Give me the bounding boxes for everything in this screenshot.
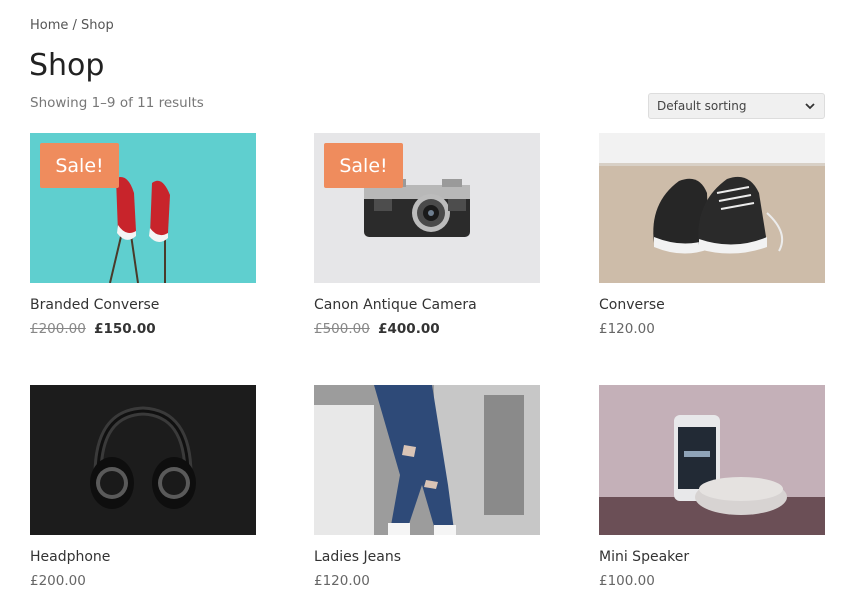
regular-price: £500.00 (314, 321, 370, 337)
product-card: Headphone £200.00 (30, 385, 256, 589)
black-sneakers-image (599, 133, 825, 283)
product-image-link[interactable]: Sale! (314, 133, 540, 283)
sort-select-value: Default sorting (657, 99, 747, 113)
product-card: Sale! Branded Converse £200.00 £150.00 (30, 133, 256, 337)
speaker-image (599, 385, 825, 535)
sale-price: £400.00 (378, 321, 440, 337)
product-card: Ladies Jeans £120.00 (314, 385, 540, 589)
product-title-link[interactable]: Branded Converse (30, 297, 256, 313)
jeans-image (314, 385, 540, 535)
breadcrumb-current: Shop (81, 18, 114, 33)
product-price: £100.00 (599, 573, 655, 589)
product-price: £200.00 £150.00 (30, 321, 256, 337)
breadcrumb-separator: / (68, 18, 82, 33)
chevron-down-icon (805, 103, 815, 110)
product-title-link[interactable]: Headphone (30, 549, 256, 565)
page-title: Shop (29, 48, 105, 83)
sale-badge: Sale! (40, 143, 119, 188)
result-count: Showing 1–9 of 11 results (30, 95, 204, 111)
product-price: £120.00 (599, 321, 655, 337)
product-price: £200.00 (30, 573, 86, 589)
regular-price: £200.00 (30, 321, 86, 337)
product-image-link[interactable]: Sale! (30, 133, 256, 283)
breadcrumb-home-link[interactable]: Home (30, 18, 68, 33)
headphones-image (30, 385, 256, 535)
product-card: Sale! Canon Antique Camera £500.00 £400.… (314, 133, 540, 337)
product-title-link[interactable]: Canon Antique Camera (314, 297, 540, 313)
product-title-link[interactable]: Ladies Jeans (314, 549, 540, 565)
product-image-link[interactable] (30, 385, 256, 535)
product-card: Converse £120.00 (599, 133, 825, 337)
sale-badge: Sale! (324, 143, 403, 188)
product-image-link[interactable] (599, 133, 825, 283)
breadcrumb: Home / Shop (30, 18, 114, 33)
sort-select[interactable]: Default sorting (648, 93, 825, 119)
product-price: £120.00 (314, 573, 370, 589)
product-price: £500.00 £400.00 (314, 321, 540, 337)
product-title-link[interactable]: Converse (599, 297, 825, 313)
sale-price: £150.00 (94, 321, 156, 337)
product-title-link[interactable]: Mini Speaker (599, 549, 825, 565)
product-image-link[interactable] (599, 385, 825, 535)
product-image-link[interactable] (314, 385, 540, 535)
product-card: Mini Speaker £100.00 (599, 385, 825, 589)
